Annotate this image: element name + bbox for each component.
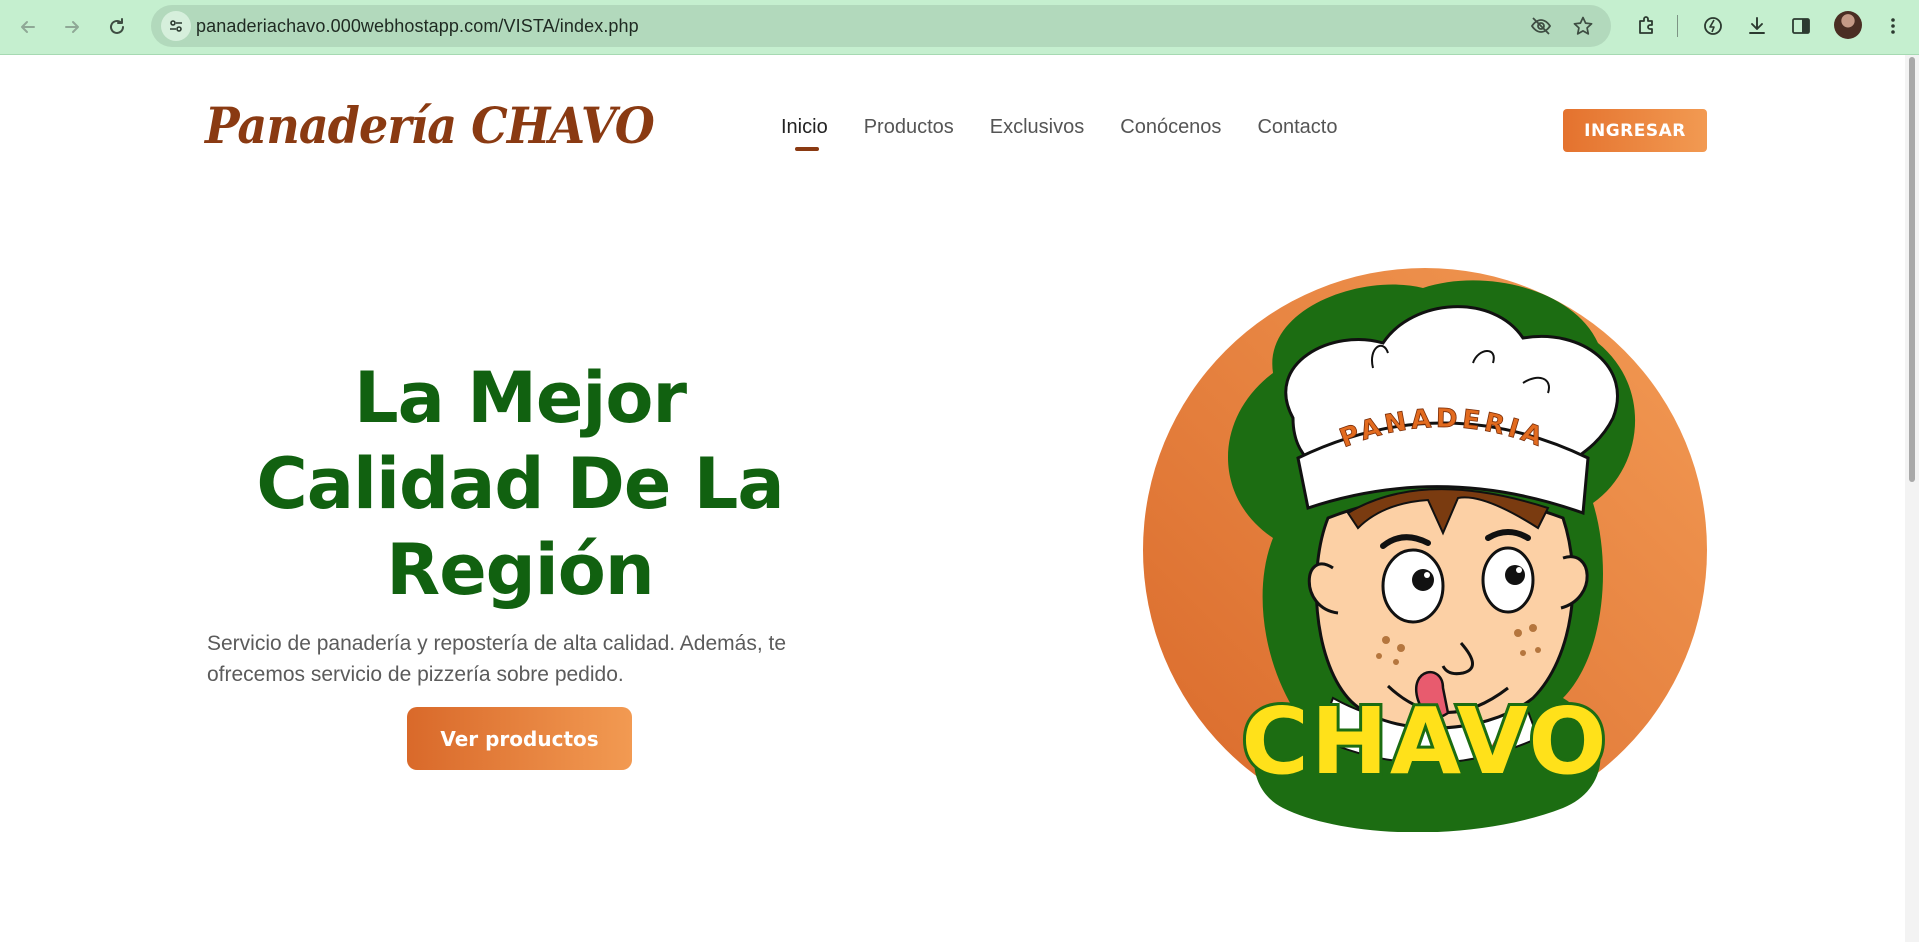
url-text: panaderiachavo.000webhostapp.com/VISTA/i… xyxy=(196,16,639,36)
forward-button[interactable] xyxy=(54,9,90,45)
arrow-left-icon xyxy=(21,21,35,33)
hero-title-line: Calidad De La xyxy=(256,443,784,525)
browser-toolbar: panaderiachavo.000webhostapp.com/VISTA/i… xyxy=(0,0,1919,55)
nav-label: Contacto xyxy=(1257,116,1338,138)
hero-title: La Mejor Calidad De La Región xyxy=(200,355,840,613)
nav-item-productos[interactable]: Productos xyxy=(864,116,954,139)
download-icon[interactable] xyxy=(1742,11,1772,41)
left-eye xyxy=(1381,548,1445,624)
page-scrollbar[interactable] xyxy=(1905,55,1919,942)
site-info-button[interactable] xyxy=(161,11,191,41)
nav-label: Inicio xyxy=(781,116,828,138)
nav-item-inicio[interactable]: Inicio xyxy=(781,116,828,151)
arrow-right-icon xyxy=(65,21,79,33)
reload-icon xyxy=(110,18,124,34)
view-products-button[interactable]: Ver productos xyxy=(407,707,632,770)
login-button[interactable]: INGRESAR xyxy=(1563,109,1707,152)
main-nav: Inicio Productos Exclusivos Conócenos Co… xyxy=(781,116,1374,151)
site-logo-text[interactable]: Panadería CHAVO xyxy=(205,96,655,155)
toolbar-divider xyxy=(1677,15,1678,37)
hero-title-line: La Mejor xyxy=(354,357,687,439)
side-panel-icon[interactable] xyxy=(1786,11,1816,41)
speed-icon[interactable] xyxy=(1698,11,1728,41)
nav-label: Exclusivos xyxy=(989,116,1085,138)
nav-item-exclusivos[interactable]: Exclusivos xyxy=(990,116,1084,139)
eye-off-icon[interactable] xyxy=(1530,15,1552,37)
chavo-logo-illustration: PANADERIA CHAVO xyxy=(1143,268,1707,832)
extensions-icon[interactable] xyxy=(1632,11,1662,41)
menu-dots-icon[interactable] xyxy=(1878,11,1908,41)
hero-description: Servicio de panadería y repostería de al… xyxy=(207,632,787,686)
address-bar[interactable]: panaderiachavo.000webhostapp.com/VISTA/i… xyxy=(151,5,1611,47)
reload-button[interactable] xyxy=(99,9,135,45)
active-indicator xyxy=(795,147,819,151)
scroll-thumb[interactable] xyxy=(1909,57,1915,482)
logo-name-text: CHAVO xyxy=(1241,688,1608,795)
nav-label: Productos xyxy=(863,116,954,138)
tune-icon xyxy=(170,20,182,32)
nav-item-contacto[interactable]: Contacto xyxy=(1257,116,1337,139)
back-button[interactable] xyxy=(10,9,46,45)
nav-item-conocenos[interactable]: Conócenos xyxy=(1120,116,1221,139)
profile-avatar[interactable] xyxy=(1834,11,1862,39)
hero-title-line: Región xyxy=(386,529,654,611)
nav-label: Conócenos xyxy=(1120,116,1222,138)
star-icon[interactable] xyxy=(1572,15,1594,37)
